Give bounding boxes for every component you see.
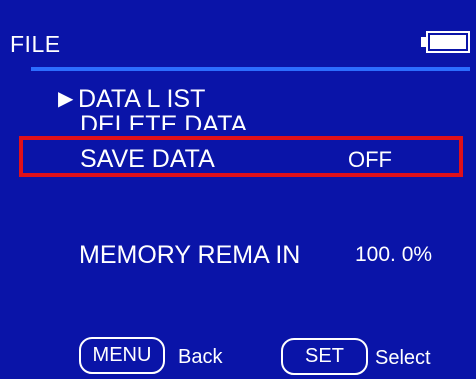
set-button[interactable]: SET xyxy=(281,338,368,375)
battery-fill xyxy=(430,35,466,49)
menu-item-data-list[interactable]: ▶ DATA L IST xyxy=(58,86,205,112)
selection-highlight xyxy=(19,136,463,177)
play-triangle-icon: ▶ xyxy=(58,88,74,110)
battery-icon xyxy=(421,31,470,53)
header-divider xyxy=(31,67,470,71)
menu-item-delete-data[interactable]: DELETE DATA xyxy=(80,112,247,130)
select-hint: Select xyxy=(375,347,431,369)
page-title: FILE xyxy=(10,31,61,57)
battery-body xyxy=(426,31,470,53)
device-screen: FILE ▶ DATA L IST DELETE DATA SAVE DATA O… xyxy=(0,0,476,379)
menu-item-label: DATA L IST xyxy=(78,85,206,113)
memory-remain-label: MEMORY REMA IN xyxy=(79,241,301,269)
menu-button[interactable]: MENU xyxy=(79,337,165,374)
back-hint: Back xyxy=(178,346,223,368)
memory-remain-value: 100. 0% xyxy=(355,243,433,266)
menu-item-label: DELETE DATA xyxy=(80,112,248,130)
